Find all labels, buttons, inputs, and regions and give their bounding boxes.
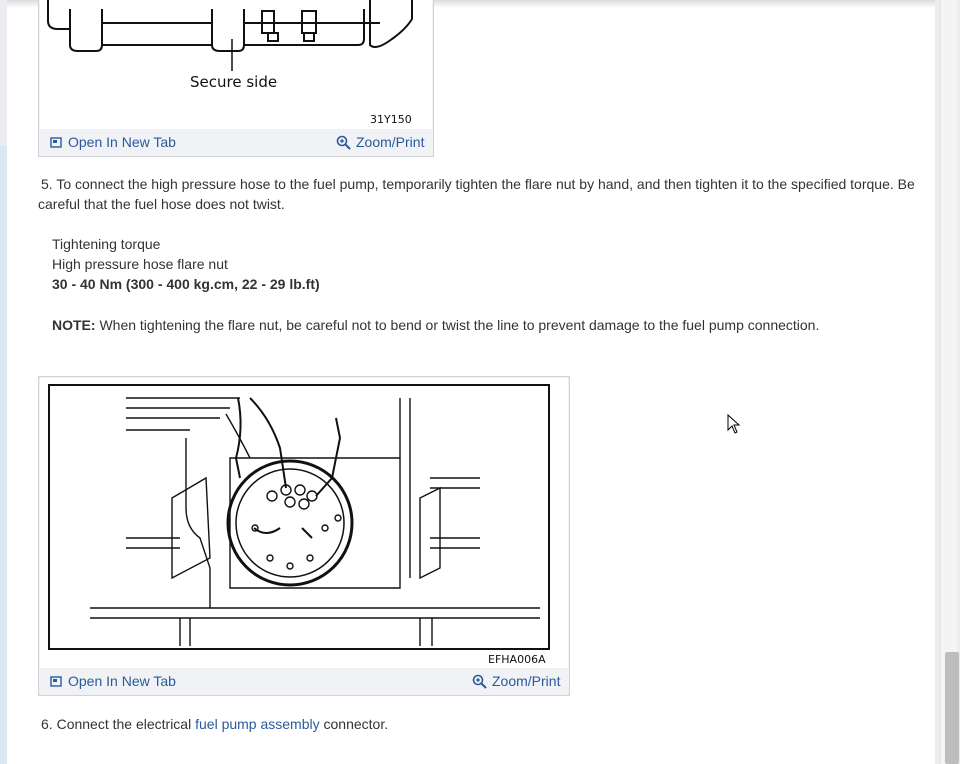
- figure-label-secure-side: Secure side: [190, 73, 277, 91]
- figure-image: Secure side 31Y150: [40, 0, 432, 129]
- step-number: 6.: [41, 716, 53, 732]
- step-text-after: connector.: [323, 716, 389, 732]
- step-number: 5.: [41, 176, 53, 192]
- open-in-new-tab-button[interactable]: Open In New Tab: [50, 134, 176, 150]
- scrollbar-thumb[interactable]: [945, 652, 959, 764]
- step-text-before: Connect the electrical: [56, 716, 192, 732]
- zoom-print-button[interactable]: Zoom/Print: [336, 134, 424, 150]
- figure-code: EFHA006A: [488, 653, 546, 666]
- step-5-paragraph: 5. To connect the high pressure hose to …: [38, 174, 918, 214]
- step-text: To connect the high pressure hose to the…: [38, 176, 915, 212]
- figure-caption-bar: Open In New Tab Zoom/Print: [39, 669, 569, 695]
- figure-fuel-pump: EFHA006A Open In New Tab Zoom/Print: [38, 376, 570, 696]
- open-in-new-tab-button[interactable]: Open In New Tab: [50, 673, 176, 689]
- mouse-cursor-icon: [727, 414, 741, 434]
- torque-value: 30 - 40 Nm (300 - 400 kg.cm, 22 - 29 lb.…: [52, 276, 320, 292]
- zoom-print-label: Zoom/Print: [356, 134, 425, 150]
- step-6-paragraph: 6. Connect the electrical fuel pump asse…: [38, 714, 918, 734]
- figure-image: EFHA006A: [40, 378, 568, 668]
- left-window-edge: [0, 0, 7, 764]
- fuel-pump-assembly-link[interactable]: fuel pump assembly: [195, 716, 320, 732]
- figure-caption-bar: Open In New Tab Zoom/Print: [39, 130, 433, 156]
- note-label: NOTE:: [52, 317, 96, 333]
- fuel-line-diagram: Secure side 31Y150: [47, 0, 413, 126]
- zoom-print-button[interactable]: Zoom/Print: [472, 673, 560, 689]
- torque-heading: Tightening torque: [52, 236, 161, 252]
- note-text: When tightening the flare nut, be carefu…: [99, 317, 820, 333]
- open-in-new-tab-label: Open In New Tab: [68, 673, 176, 689]
- open-in-new-tab-label: Open In New Tab: [68, 134, 176, 150]
- zoom-icon: [336, 135, 351, 150]
- note: NOTE: When tightening the flare nut, be …: [52, 315, 819, 335]
- zoom-print-label: Zoom/Print: [492, 673, 561, 689]
- fuel-pump-diagram: EFHA006A: [48, 384, 550, 666]
- open-tab-icon: [50, 136, 62, 148]
- figure-code: 31Y150: [370, 113, 412, 126]
- figure-secure-side: Secure side 31Y150 Open In New Tab Zoom/…: [38, 0, 434, 157]
- open-tab-icon: [50, 675, 62, 687]
- vertical-scrollbar[interactable]: [935, 0, 960, 764]
- scrollbar-track[interactable]: [940, 0, 959, 764]
- torque-item: High pressure hose flare nut: [52, 256, 228, 272]
- zoom-icon: [472, 674, 487, 689]
